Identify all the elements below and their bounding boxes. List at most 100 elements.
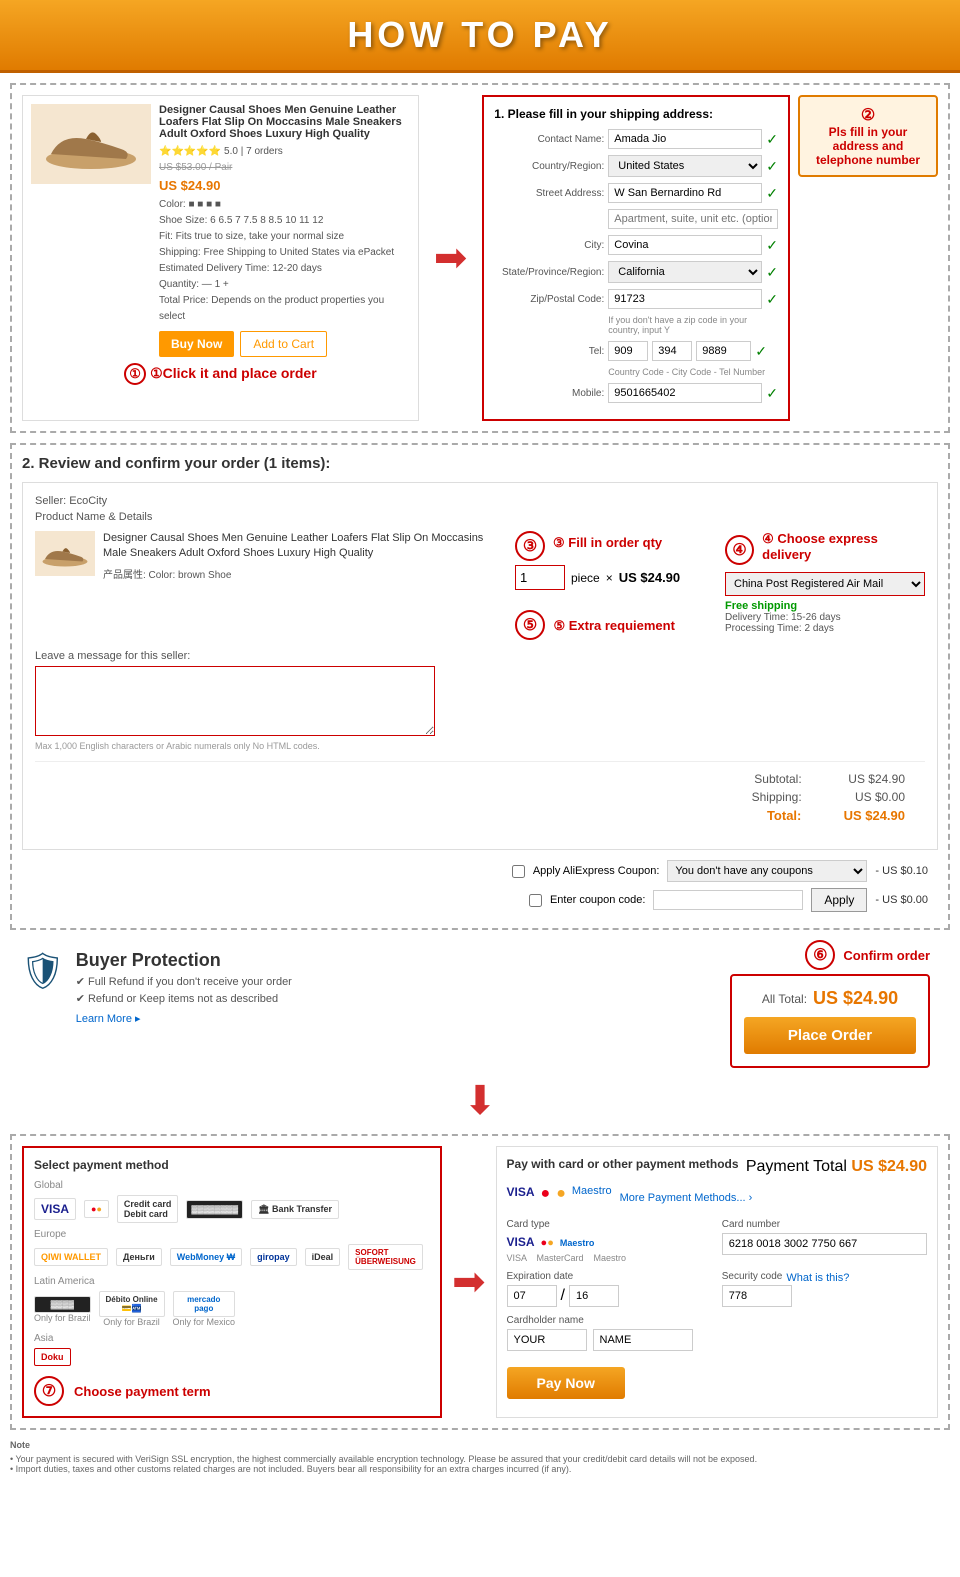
card-type-mc: ●●: [541, 1233, 554, 1251]
street-input[interactable]: [608, 183, 762, 203]
total-value: US $24.90: [805, 808, 905, 823]
pm-asia-label: Asia: [34, 1333, 430, 1344]
extra-req-label: ⑤ Extra requiement: [553, 618, 674, 633]
pm-latin-label: Latin America: [34, 1276, 430, 1287]
state-select[interactable]: California: [608, 261, 762, 283]
security-section: Security code What is this?: [722, 1271, 927, 1307]
what-is-this-link[interactable]: What is this?: [786, 1272, 849, 1284]
buyer-protection: 🛡 Buyer Protection ✔ Full Refund if you …: [10, 940, 710, 1037]
learn-more-link[interactable]: Learn More ▸: [76, 1013, 141, 1025]
contact-check: ✓: [766, 131, 778, 148]
card-last-input[interactable]: [593, 1329, 693, 1351]
pay-now-button[interactable]: Pay Now: [507, 1367, 625, 1399]
arrow-right-1: ➡: [429, 95, 473, 421]
tel-input-1[interactable]: [608, 341, 648, 361]
totals-section: Subtotal: US $24.90 Shipping: US $0.00 T…: [35, 761, 925, 837]
section2-title: 2. Review and confirm your order (1 item…: [22, 455, 938, 472]
coupon-code-checkbox[interactable]: [529, 894, 542, 907]
product-delivery: Estimated Delivery Time: 12-20 days: [159, 261, 410, 277]
total-row: Total: US $24.90: [55, 808, 905, 823]
pm-qiwi: QIWI WALLET: [34, 1248, 108, 1266]
card-number-input[interactable]: [722, 1233, 927, 1255]
contact-label: Contact Name:: [494, 134, 604, 145]
header-banner: HOW TO PAY: [0, 0, 960, 73]
pm-mexico: mercadopago Only for Mexico: [173, 1291, 236, 1327]
cp-card-logos: VISA ●● Maestro: [507, 1185, 612, 1203]
tel-hint: Country Code - City Code - Tel Number: [608, 367, 765, 377]
qty-input[interactable]: [515, 565, 565, 590]
buy-now-button[interactable]: Buy Now: [159, 331, 234, 357]
pm-latin-logos: ▓▓▓▓ Only for Brazil Débito Online💳🏧 Onl…: [34, 1291, 430, 1327]
fill-qty-label: ③ Fill in order qty: [553, 535, 662, 551]
contact-name-input[interactable]: [608, 129, 762, 149]
shipping-form: 1. Please fill in your shipping address:…: [482, 95, 790, 421]
pm-title: Select payment method: [34, 1158, 430, 1172]
add-to-cart-button[interactable]: Add to Cart: [240, 331, 327, 357]
zip-hint: If you don't have a zip code in your cou…: [608, 315, 778, 335]
order-box: Seller: EcoCity Product Name & Details D…: [22, 482, 938, 850]
delivery-select[interactable]: China Post Registered Air Mail: [725, 572, 925, 596]
bp-item2: ✔ Refund or Keep items not as described: [76, 992, 292, 1005]
payment-methods: Select payment method Global VISA ●● Cre…: [22, 1146, 442, 1418]
product-quantity: Quantity: — 1 +: [159, 277, 410, 293]
mobile-input[interactable]: [608, 383, 762, 403]
product-fit: Fit: Fits true to size, take your normal…: [159, 229, 410, 245]
aliexpress-coupon-checkbox[interactable]: [512, 865, 525, 878]
all-total-price: US $24.90: [813, 988, 898, 1009]
step2-note: ② Pls fill in your address and telephone…: [798, 95, 938, 177]
pm-dengi: Деньги: [116, 1248, 162, 1266]
coupon-code-input[interactable]: [653, 890, 803, 910]
delivery-time: Delivery Time: 15-26 days: [725, 612, 925, 623]
shipping-form-title: 1. Please fill in your shipping address:: [494, 107, 778, 121]
country-label: Country/Region:: [494, 161, 604, 172]
product-total: Total Price: Depends on the product prop…: [159, 293, 410, 325]
note-item2: • Import duties, taxes and other customs…: [10, 1464, 950, 1474]
tel-check: ✓: [755, 343, 767, 360]
tel-input-3[interactable]: [696, 341, 751, 361]
security-input[interactable]: [722, 1285, 792, 1307]
product-shoe-size: Shoe Size: 6 6.5 7 7.5 8 8.5 10 11 12: [159, 213, 410, 229]
aliexpress-discount: - US $0.10: [875, 865, 928, 877]
place-order-button[interactable]: Place Order: [744, 1017, 916, 1054]
exp-year-input[interactable]: [569, 1285, 619, 1307]
header-title: HOW TO PAY: [0, 14, 960, 56]
city-check: ✓: [766, 237, 778, 254]
seller-name: Seller: EcoCity: [35, 495, 925, 507]
product-color: Color: ■ ■ ■ ■: [159, 197, 410, 213]
product-image: [31, 104, 151, 184]
card-first-input[interactable]: [507, 1329, 587, 1351]
apt-input[interactable]: [608, 209, 778, 229]
country-check: ✓: [766, 158, 778, 175]
aliexpress-coupon-row: Apply AliExpress Coupon: You don't have …: [32, 860, 928, 882]
bp-title: Buyer Protection: [76, 950, 292, 971]
pm-giropay: giropay: [250, 1248, 297, 1266]
product-price: US $24.90: [159, 176, 410, 197]
total-label: Total:: [701, 808, 801, 823]
more-payment-methods-link[interactable]: More Payment Methods... ›: [620, 1192, 753, 1204]
product-attr: 产品属性: Color: brown Shoe: [103, 566, 505, 581]
city-input[interactable]: [608, 235, 762, 255]
pm-europe-label: Europe: [34, 1229, 430, 1240]
order-product-img: [35, 531, 95, 576]
cardholder-section: Cardholder name: [507, 1315, 927, 1351]
zip-label: Zip/Postal Code:: [494, 294, 604, 305]
zip-check: ✓: [766, 291, 778, 308]
confirm-section: 🛡 Buyer Protection ✔ Full Refund if you …: [10, 940, 950, 1068]
subtotal-label: Subtotal:: [702, 772, 802, 786]
card-type-labels: VISA MasterCard Maestro: [507, 1253, 712, 1263]
exp-month-input[interactable]: [507, 1285, 557, 1307]
apply-button[interactable]: Apply: [811, 888, 867, 912]
message-textarea[interactable]: [35, 666, 435, 736]
free-ship: Free shipping: [725, 600, 925, 612]
qty-row: piece × US $24.90: [515, 565, 715, 590]
order-product: Designer Causal Shoes Men Genuine Leathe…: [35, 531, 505, 640]
pm-boleto: ▓▓▓▓▓▓▓▓: [186, 1200, 243, 1219]
section3-payment: Select payment method Global VISA ●● Cre…: [10, 1134, 950, 1430]
country-select[interactable]: United States: [608, 155, 762, 177]
coupon-code-label: Enter coupon code:: [550, 894, 645, 906]
aliexpress-coupon-select[interactable]: You don't have any coupons: [667, 860, 867, 882]
pm-webmoney: WebMoney ₩: [170, 1248, 242, 1266]
zip-input[interactable]: [608, 289, 762, 309]
product-card: Designer Causal Shoes Men Genuine Leathe…: [22, 95, 419, 421]
tel-input-2[interactable]: [652, 341, 692, 361]
